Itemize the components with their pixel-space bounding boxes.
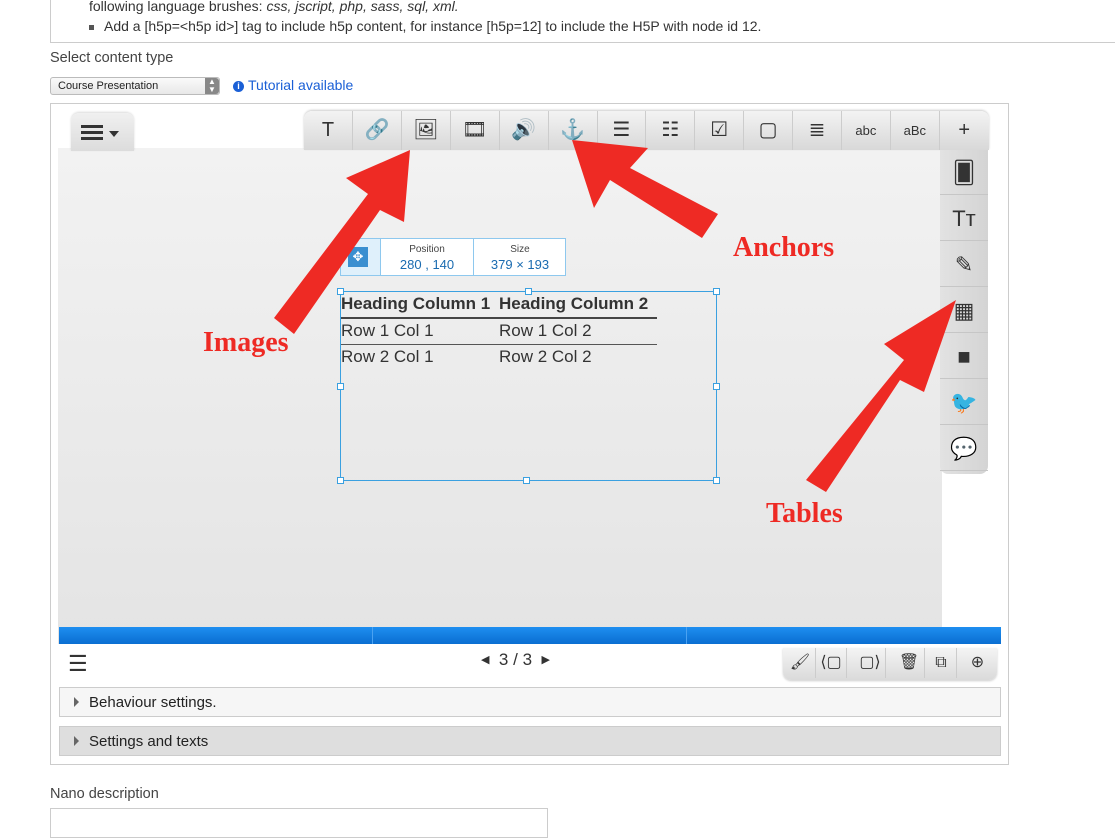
- resize-handle[interactable]: [523, 477, 530, 484]
- help-box: following language brushes: css, jscript…: [50, 0, 1115, 43]
- toolbar-image-icon[interactable]: 🖼: [402, 111, 451, 150]
- table-row: Row 2 Col 1 Row 2 Col 2: [341, 347, 592, 366]
- toolbar-multichoice-icon[interactable]: ☷: [646, 111, 696, 150]
- nano-description-input[interactable]: [50, 808, 548, 838]
- delete-slide-icon[interactable]: 🗑: [894, 648, 925, 678]
- help-line-2: Add a [h5p=<h5p id>] tag to include h5p …: [89, 18, 761, 34]
- content-type-label: Select content type: [50, 50, 174, 66]
- select-arrows-icon: ▲ ▼: [205, 78, 219, 94]
- background-brush-icon[interactable]: 🖌: [785, 648, 816, 678]
- resize-handle[interactable]: [337, 383, 344, 390]
- toolbar-list-icon[interactable]: ≣: [793, 111, 842, 150]
- size-readout: Size 379 × 193: [490, 244, 550, 272]
- toolbar-more-icon[interactable]: +: [940, 111, 989, 150]
- sidebar-font-icon[interactable]: Tт: [940, 196, 988, 241]
- bullet-icon: [89, 24, 94, 30]
- content-table: Heading Column 1 Heading Column 2 Row 1 …: [341, 292, 657, 370]
- info-icon: i: [233, 81, 244, 92]
- resize-handle[interactable]: [713, 383, 720, 390]
- position-size-indicator: ✥ Position 280 , 140 Size 379 × 193: [340, 238, 566, 276]
- toolbar-fill-blanks-icon[interactable]: ☰: [597, 111, 647, 150]
- slide-pager: ◀ 3 / 3 ▶: [481, 650, 550, 669]
- sidebar-edit-area-icon[interactable]: ✎: [940, 242, 988, 287]
- resize-handle[interactable]: [337, 477, 344, 484]
- table-row: Row 1 Col 1 Row 1 Col 2: [341, 319, 657, 345]
- resize-handle[interactable]: [713, 288, 720, 295]
- prev-slide-icon[interactable]: ◀: [481, 654, 489, 666]
- toolbar-true-false-icon[interactable]: ☑: [695, 111, 745, 150]
- move-slide-right-icon[interactable]: ▢⟩: [855, 648, 886, 678]
- slide-progress-bar[interactable]: [59, 627, 1001, 644]
- hamburger-dropdown-icon: [81, 125, 119, 140]
- clone-slide-icon[interactable]: ⧉: [926, 648, 957, 678]
- annotation-anchors: Anchors: [733, 232, 835, 263]
- help-line-1: following language brushes: css, jscript…: [89, 0, 459, 14]
- expand-triangle-icon: [74, 697, 79, 707]
- expand-triangle-icon: [74, 736, 79, 746]
- sidebar-flashcards-icon[interactable]: 🂠: [940, 150, 988, 195]
- move-icon: ✥: [348, 247, 368, 267]
- sidebar-twitter-icon[interactable]: 🐦: [940, 380, 988, 425]
- annotation-tables: Tables: [766, 498, 843, 529]
- move-handle[interactable]: ✥: [341, 239, 381, 275]
- sidebar-video-camera-icon[interactable]: ■: [940, 334, 988, 379]
- content-type-select[interactable]: Course Presentation ▲ ▼: [50, 77, 220, 95]
- position-readout: Position 280 , 140: [381, 239, 474, 275]
- settings-texts-toggle[interactable]: Settings and texts: [59, 726, 1001, 756]
- next-slide-icon[interactable]: ▶: [542, 654, 550, 666]
- toolbar-link-icon[interactable]: 🔗: [353, 111, 402, 150]
- resize-handle[interactable]: [713, 477, 720, 484]
- sidebar-table-icon[interactable]: ▦: [940, 288, 988, 333]
- table-header-row: Heading Column 1 Heading Column 2: [341, 292, 657, 319]
- add-slide-icon[interactable]: ⊕: [962, 648, 993, 678]
- move-slide-left-icon[interactable]: ⟨▢: [816, 648, 847, 678]
- sidebar-chat-icon[interactable]: 💬: [940, 426, 988, 471]
- behaviour-settings-toggle[interactable]: Behaviour settings.: [59, 687, 1001, 717]
- annotation-images: Images: [203, 327, 289, 358]
- slide-menu-button[interactable]: [71, 113, 134, 151]
- nano-description-label: Nano description: [50, 786, 159, 802]
- toolbar-audio-icon[interactable]: 🔊: [500, 111, 549, 150]
- slide-list-menu-icon[interactable]: ☰: [68, 651, 88, 677]
- toolbar-mark-words-icon[interactable]: aBc: [891, 111, 940, 150]
- toolbar-anchor-icon[interactable]: ⚓: [549, 111, 598, 150]
- toolbar-text-icon[interactable]: T: [304, 111, 353, 150]
- toolbar-dialog-icon[interactable]: ▢: [744, 111, 794, 150]
- tutorial-link[interactable]: i Tutorial available: [233, 77, 353, 93]
- toolbar-drag-text-icon[interactable]: abc: [842, 111, 891, 150]
- toolbar-video-icon[interactable]: 🎞: [451, 111, 500, 150]
